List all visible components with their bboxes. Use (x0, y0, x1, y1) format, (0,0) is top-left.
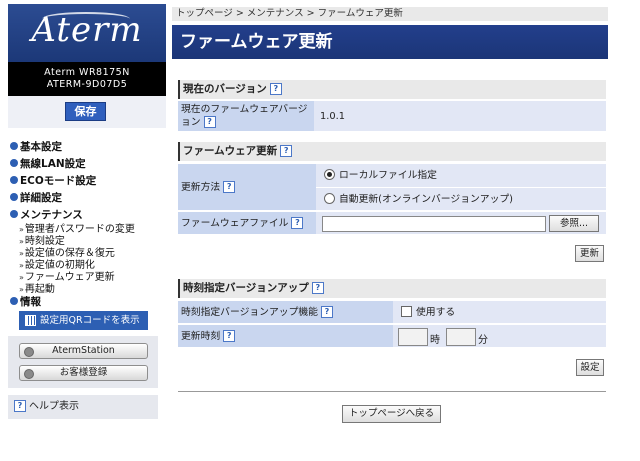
arrow-icon (10, 193, 18, 201)
help-display-link[interactable]: ? ヘルプ表示 (8, 395, 158, 419)
radio-local-file[interactable] (324, 168, 335, 180)
back-to-top-button[interactable]: トップページへ戻る (342, 405, 441, 423)
menu-basic-settings[interactable]: 基本設定 (10, 139, 62, 154)
section-current-version: 現在のバージョン? (178, 80, 606, 99)
firmware-file-label: ファームウェアファイル? (178, 212, 316, 235)
help-icon[interactable]: ? (203, 116, 216, 128)
use-scheduled-checkbox[interactable] (401, 305, 412, 317)
scheduled-feature-label: 時刻指定バージョンアップ機能? (178, 301, 393, 324)
section-firmware-update: ファームウェア更新? (178, 142, 606, 161)
minute-unit: 分 (478, 335, 488, 346)
help-icon[interactable]: ? (311, 282, 324, 294)
show-qr-code-button[interactable]: 設定用QRコードを表示 (19, 311, 148, 330)
minute-input[interactable] (446, 328, 476, 346)
arrow-icon (10, 142, 18, 150)
hour-input[interactable] (398, 328, 428, 346)
hour-unit: 時 (430, 335, 440, 346)
browse-button[interactable]: 参照... (549, 215, 599, 232)
menu-eco-mode-settings[interactable]: ECOモード設定 (10, 173, 96, 188)
menu-detailed-settings[interactable]: 詳細設定 (10, 190, 62, 205)
page-title: ファームウェア更新 (172, 25, 608, 59)
option-auto-update[interactable]: 自動更新(オンラインバージョンアップ) (316, 188, 606, 211)
help-icon[interactable]: ? (269, 83, 282, 95)
help-icon[interactable]: ? (280, 145, 293, 157)
help-icon[interactable]: ? (223, 330, 236, 342)
menu-info[interactable]: 情報 (10, 294, 41, 309)
atermstation-button[interactable]: AtermStation (19, 343, 148, 359)
help-icon[interactable]: ? (223, 181, 236, 193)
update-method-label: 更新方法? (178, 164, 316, 211)
arrow-icon (10, 297, 18, 305)
customer-registration-button[interactable]: お客様登録 (19, 365, 148, 381)
set-button[interactable]: 設定 (576, 359, 604, 376)
submenu-reboot[interactable]: 再起動 (19, 280, 55, 295)
save-button[interactable]: 保存 (65, 102, 106, 121)
option-local-file[interactable]: ローカルファイル指定 (316, 164, 606, 188)
section-scheduled-update: 時刻指定バージョンアップ? (178, 279, 606, 298)
arrow-icon (10, 159, 18, 167)
help-icon[interactable]: ? (320, 306, 333, 318)
button-bullet-icon (24, 347, 34, 357)
radio-auto-update[interactable] (324, 192, 335, 204)
current-version-label: 現在のファームウェアバージョン? (178, 101, 314, 132)
help-icon[interactable]: ? (291, 217, 304, 229)
use-scheduled-update[interactable]: 使用する (393, 301, 606, 324)
qr-code-icon (25, 315, 36, 326)
update-time-label: 更新時刻? (178, 325, 393, 348)
update-button[interactable]: 更新 (575, 245, 604, 262)
current-version-value: 1.0.1 (314, 101, 606, 132)
firmware-file-input[interactable] (322, 216, 546, 232)
arrow-icon (10, 210, 18, 218)
menu-wireless-lan-settings[interactable]: 無線LAN設定 (10, 156, 86, 171)
button-bullet-icon (24, 369, 34, 379)
divider (178, 391, 606, 392)
aterm-logo: Aterm (8, 4, 166, 62)
device-model-name: Aterm WR8175N (44, 67, 130, 78)
logo-text: Aterm (31, 10, 143, 50)
arrow-icon (10, 176, 18, 184)
device-model-info: Aterm WR8175N ATERM-9D07D5 (8, 62, 166, 96)
breadcrumb: トップページ > メンテナンス > ファームウェア更新 (172, 7, 608, 21)
help-icon: ? (14, 400, 26, 412)
device-id: ATERM-9D07D5 (46, 79, 128, 90)
